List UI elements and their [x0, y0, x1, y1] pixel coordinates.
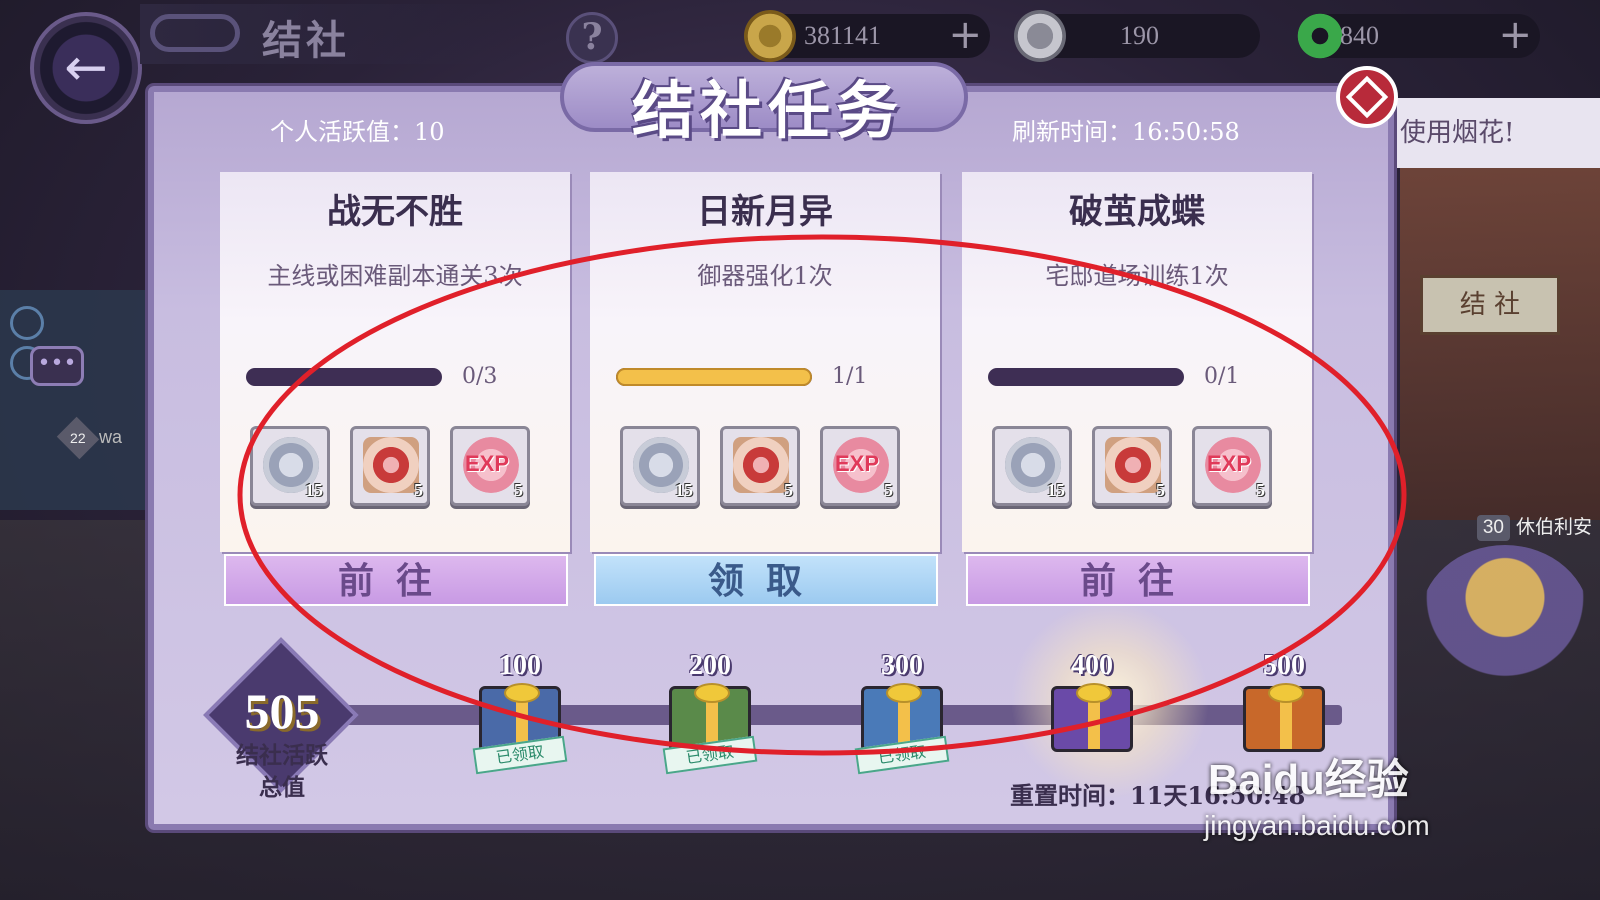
watermark-url: jingyan.baidu.com: [1204, 810, 1430, 841]
watermark-brand: Baidu经验: [1208, 756, 1409, 803]
